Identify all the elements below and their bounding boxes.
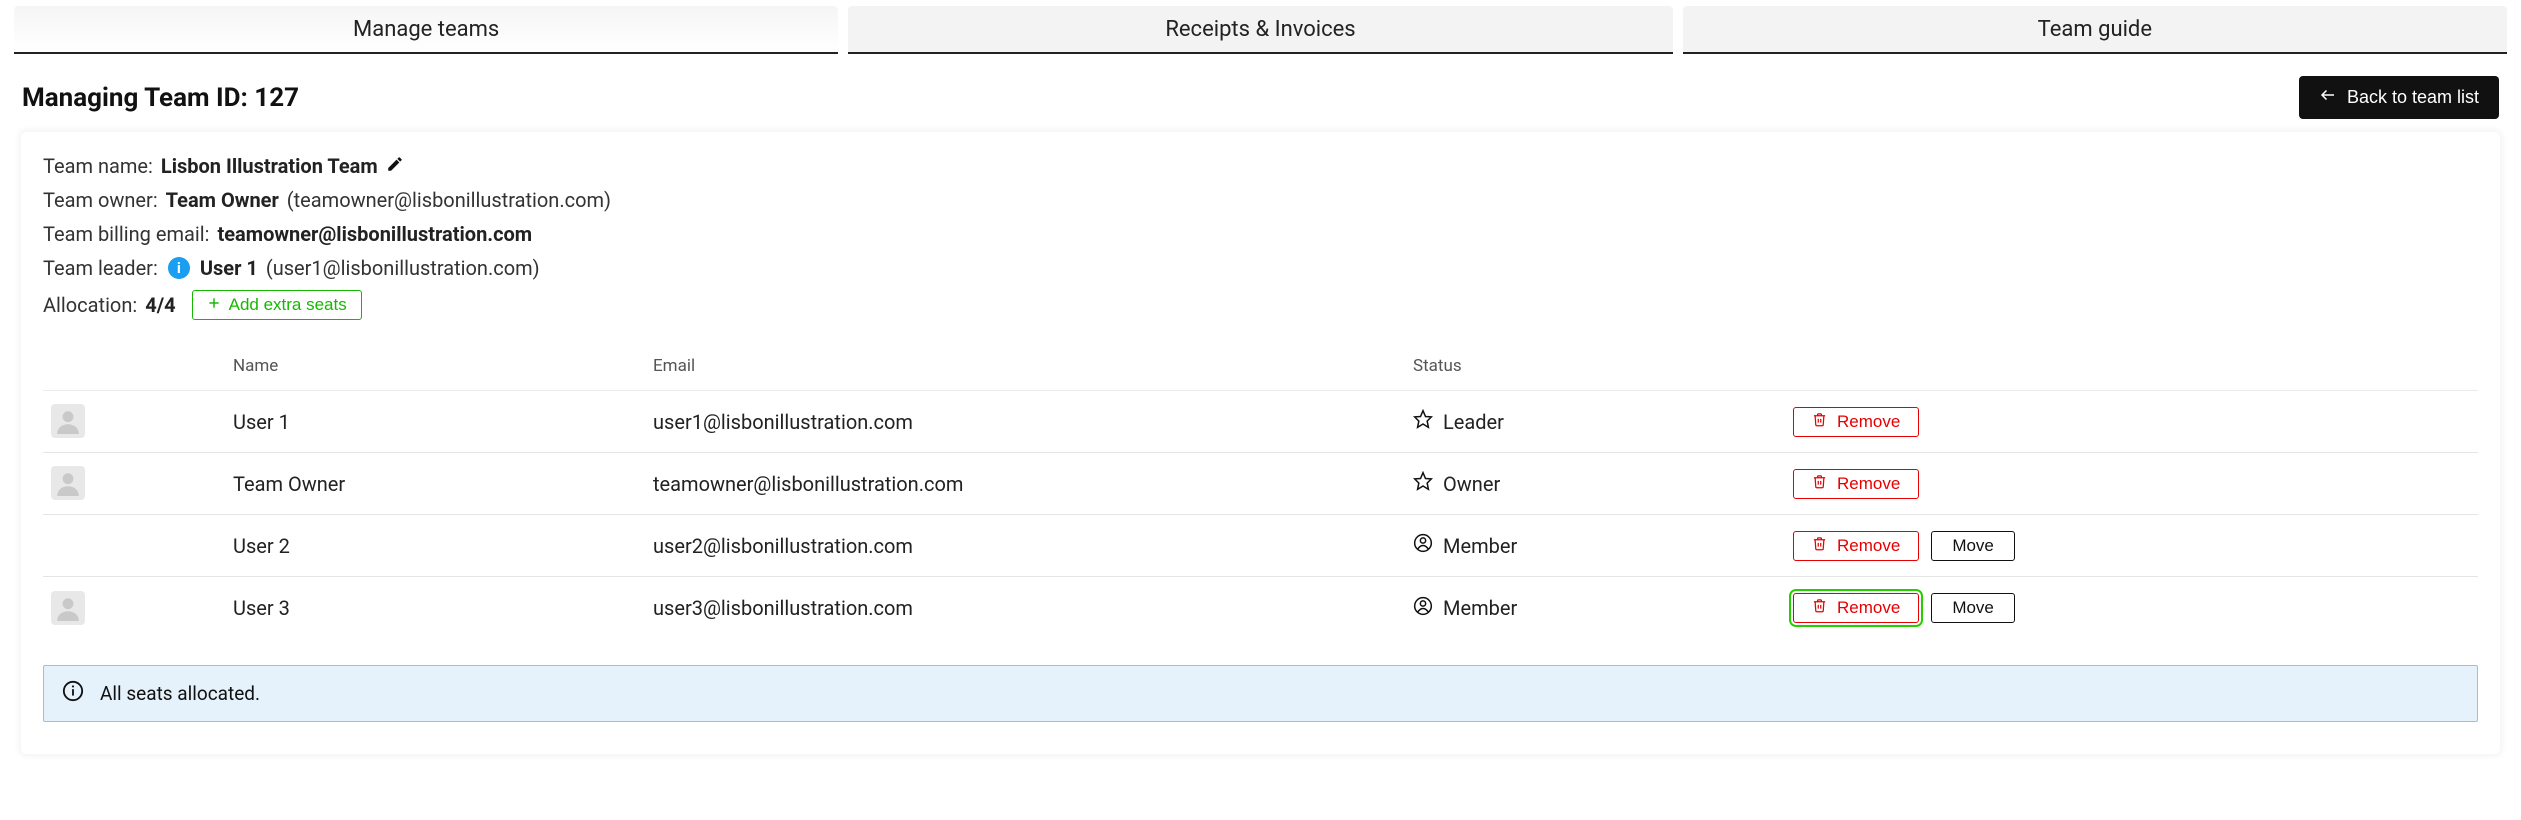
- add-extra-seats-label: Add extra seats: [229, 295, 347, 315]
- arrow-left-icon: [2319, 86, 2337, 109]
- edit-team-name-icon[interactable]: [386, 154, 404, 178]
- remove-button[interactable]: Remove: [1793, 531, 1919, 561]
- remove-button[interactable]: Remove: [1793, 593, 1919, 623]
- team-leader-email: (user1@lisbonillustration.com): [266, 256, 540, 280]
- member-status: Owner: [1443, 472, 1500, 496]
- trash-icon: [1812, 412, 1827, 432]
- allocation-alert: All seats allocated.: [43, 665, 2478, 722]
- team-name-label: Team name:: [43, 154, 153, 178]
- info-circle-icon: [62, 680, 84, 707]
- table-row: User 1user1@lisbonillustration.com Leader…: [43, 391, 2478, 453]
- col-status: Status: [1413, 356, 1793, 376]
- member-status: Leader: [1443, 410, 1504, 434]
- allocation-label: Allocation:: [43, 293, 137, 317]
- avatar: [51, 404, 85, 438]
- remove-button-label: Remove: [1837, 412, 1900, 432]
- user-circle-icon: [1413, 596, 1433, 621]
- col-email: Email: [653, 356, 1413, 376]
- billing-email-label: Team billing email:: [43, 222, 209, 246]
- back-to-team-list-button[interactable]: Back to team list: [2299, 76, 2499, 119]
- info-icon[interactable]: i: [168, 257, 190, 279]
- add-extra-seats-button[interactable]: Add extra seats: [192, 290, 362, 320]
- member-status: Member: [1443, 596, 1517, 620]
- member-name: User 2: [233, 534, 653, 558]
- plus-icon: [207, 295, 221, 315]
- remove-button[interactable]: Remove: [1793, 407, 1919, 437]
- tab-manage-teams[interactable]: Manage teams: [14, 6, 838, 54]
- tabs: Manage teams Receipts & Invoices Team gu…: [14, 6, 2507, 54]
- remove-button-label: Remove: [1837, 536, 1900, 556]
- member-name: User 1: [233, 410, 653, 434]
- avatar: [51, 466, 85, 500]
- member-email: teamowner@lisbonillustration.com: [653, 472, 1413, 496]
- member-email: user1@lisbonillustration.com: [653, 410, 1413, 434]
- member-email: user2@lisbonillustration.com: [653, 534, 1413, 558]
- col-name: Name: [233, 356, 653, 376]
- member-name: User 3: [233, 596, 653, 620]
- move-button[interactable]: Move: [1931, 593, 2015, 623]
- team-owner-label: Team owner:: [43, 188, 158, 212]
- trash-icon: [1812, 536, 1827, 556]
- team-leader-label: Team leader:: [43, 256, 158, 280]
- tab-team-guide[interactable]: Team guide: [1683, 6, 2507, 54]
- trash-icon: [1812, 474, 1827, 494]
- team-leader-name: User 1: [200, 256, 258, 280]
- allocation-value: 4/4: [145, 293, 175, 317]
- remove-button-label: Remove: [1837, 474, 1900, 494]
- move-button[interactable]: Move: [1931, 531, 2015, 561]
- billing-email-value: teamowner@lisbonillustration.com: [217, 222, 532, 246]
- team-card: Team name: Lisbon Illustration Team Team…: [20, 131, 2501, 755]
- team-owner-email: (teamowner@lisbonillustration.com): [287, 188, 611, 212]
- remove-button-label: Remove: [1837, 598, 1900, 618]
- member-status: Member: [1443, 534, 1517, 558]
- back-button-label: Back to team list: [2347, 87, 2479, 108]
- member-email: user3@lisbonillustration.com: [653, 596, 1413, 620]
- table-row: Team Ownerteamowner@lisbonillustration.c…: [43, 453, 2478, 515]
- table-row: User 3user3@lisbonillustration.com Member…: [43, 577, 2478, 639]
- member-name: Team Owner: [233, 472, 653, 496]
- team-owner-name: Team Owner: [166, 188, 279, 212]
- remove-button[interactable]: Remove: [1793, 469, 1919, 499]
- team-name-value: Lisbon Illustration Team: [161, 154, 378, 178]
- alert-text: All seats allocated.: [100, 682, 260, 705]
- table-row: User 2user2@lisbonillustration.com Member…: [43, 515, 2478, 577]
- tab-receipts-invoices[interactable]: Receipts & Invoices: [848, 6, 1672, 54]
- avatar: [51, 591, 85, 625]
- members-table: Name Email Status User 1user1@lisbonillu…: [43, 344, 2478, 639]
- star-icon: [1413, 471, 1433, 496]
- page-title: Managing Team ID: 127: [22, 83, 299, 113]
- table-header: Name Email Status: [43, 344, 2478, 391]
- trash-icon: [1812, 598, 1827, 618]
- user-circle-icon: [1413, 533, 1433, 558]
- star-icon: [1413, 409, 1433, 434]
